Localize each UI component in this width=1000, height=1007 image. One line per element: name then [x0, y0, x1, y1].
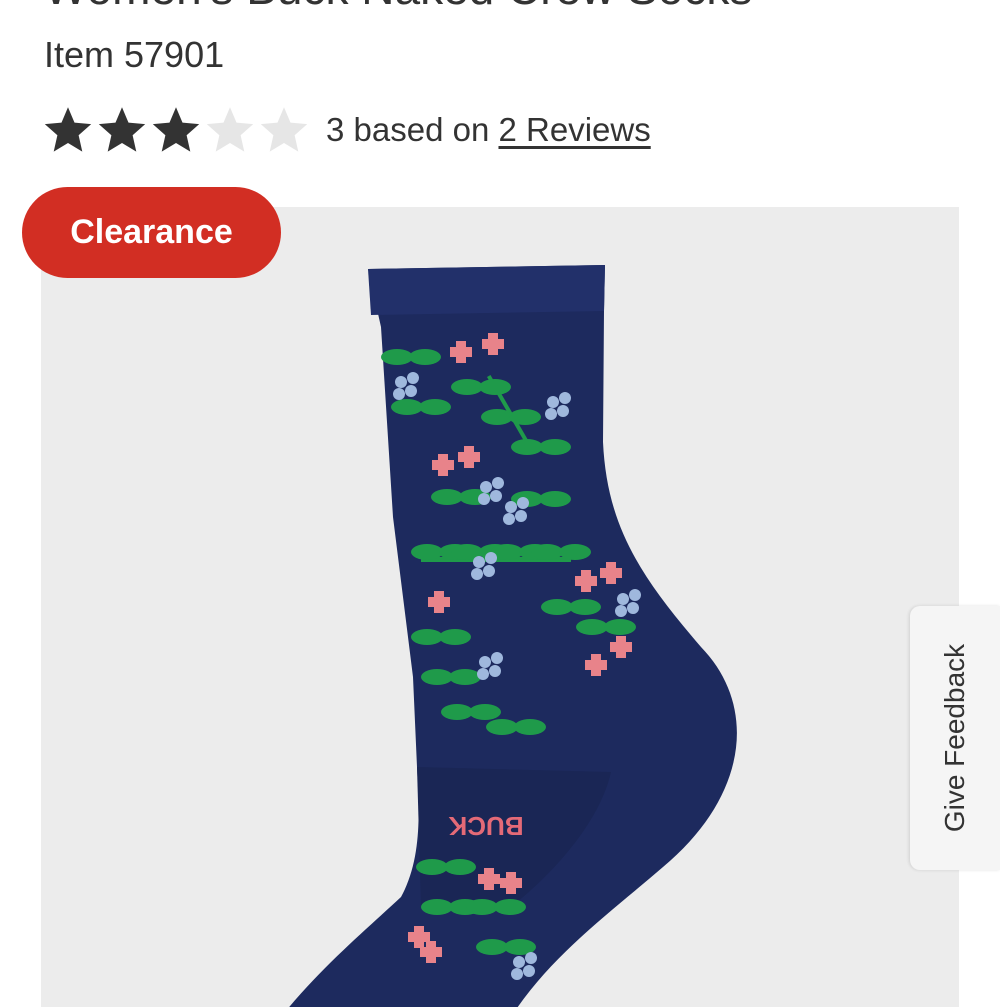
give-feedback-button[interactable]: Give Feedback	[910, 606, 1000, 870]
star-icon	[44, 107, 92, 152]
rating-text: 3 based on	[326, 111, 490, 148]
product-image[interactable]: BUCK	[41, 207, 959, 1007]
give-feedback-label: Give Feedback	[939, 643, 970, 833]
sock-illustration: BUCK	[289, 265, 737, 1007]
reviews-link[interactable]: 2 Reviews	[498, 111, 650, 148]
rating-summary: 3 based on 2 Reviews	[326, 111, 651, 149]
star-icon	[98, 107, 146, 152]
rating-row: 3 based on 2 Reviews	[42, 102, 651, 158]
star-rating	[42, 104, 312, 156]
product-title: Women's Buck Naked Crew Socks	[44, 0, 752, 14]
clearance-badge: Clearance	[22, 187, 281, 278]
star-icon	[206, 107, 254, 152]
star-icon	[152, 107, 200, 152]
item-number: Item 57901	[44, 34, 225, 75]
sock-brand-text: BUCK	[448, 811, 523, 841]
star-icon	[260, 107, 308, 152]
